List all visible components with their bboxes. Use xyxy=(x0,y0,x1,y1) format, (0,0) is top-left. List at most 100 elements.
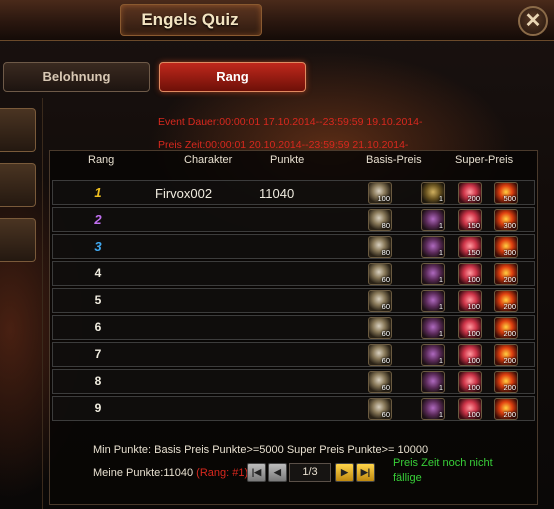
pouch-icon[interactable]: 1 xyxy=(421,398,445,420)
item-quantity: 1 xyxy=(438,410,443,419)
gem-icon[interactable]: 200 xyxy=(494,290,518,312)
helm-icon[interactable]: 1 xyxy=(421,182,445,204)
item-quantity: 1 xyxy=(438,302,443,311)
orb-icon[interactable]: 60 xyxy=(368,290,392,312)
item-quantity: 100 xyxy=(467,275,480,284)
flower-icon[interactable]: 150 xyxy=(458,209,482,231)
orb-icon[interactable]: 80 xyxy=(368,209,392,231)
flower-icon[interactable]: 100 xyxy=(458,398,482,420)
gem-icon[interactable]: 200 xyxy=(494,263,518,285)
item-quantity: 60 xyxy=(381,356,390,365)
pouch-icon[interactable]: 1 xyxy=(421,317,445,339)
gem-icon[interactable]: 300 xyxy=(494,236,518,258)
side-panel xyxy=(0,98,43,509)
tab-belohnung[interactable]: Belohnung xyxy=(3,62,150,92)
prev-page-button[interactable]: ◀ xyxy=(268,463,287,482)
gem-icon[interactable]: 200 xyxy=(494,398,518,420)
orb-icon[interactable]: 100 xyxy=(368,182,392,204)
preis-status: Preis Zeit noch nicht fällige xyxy=(393,457,493,484)
item-quantity: 60 xyxy=(381,302,390,311)
meine-rang: (Rang: #1) xyxy=(196,467,249,479)
points-value: 11040 xyxy=(259,186,295,201)
rank-number: 8 xyxy=(94,374,102,388)
rank-number: 2 xyxy=(94,212,102,227)
pouch-icon[interactable]: 1 xyxy=(421,236,445,258)
gem-icon[interactable]: 500 xyxy=(494,182,518,204)
rank-number: 5 xyxy=(94,293,102,307)
header-rang: Rang xyxy=(88,154,115,166)
orb-icon[interactable]: 60 xyxy=(368,317,392,339)
gem-icon[interactable]: 200 xyxy=(494,344,518,366)
item-quantity: 1 xyxy=(438,194,443,203)
first-page-button[interactable]: |◀ xyxy=(247,463,266,482)
item-quantity: 60 xyxy=(381,329,390,338)
rank-number: 3 xyxy=(94,239,102,254)
meine-punkte-text: Meine Punkte:11040 (Rang: #1) xyxy=(93,467,248,479)
item-quantity: 60 xyxy=(381,275,390,284)
title-bar xyxy=(0,0,554,41)
side-button-2[interactable] xyxy=(0,163,36,207)
item-quantity: 200 xyxy=(503,275,516,284)
table-row: 2 80 1 150 300 xyxy=(52,207,535,232)
item-quantity: 150 xyxy=(467,248,480,257)
gem-icon[interactable]: 200 xyxy=(494,317,518,339)
rank-number: 6 xyxy=(94,320,102,334)
table-row: 7 60 1 100 200 xyxy=(52,342,535,367)
flower-icon[interactable]: 200 xyxy=(458,182,482,204)
orb-icon[interactable]: 60 xyxy=(368,398,392,420)
page-indicator: 1/3 xyxy=(289,463,331,482)
orb-icon[interactable]: 60 xyxy=(368,344,392,366)
orb-icon[interactable]: 60 xyxy=(368,263,392,285)
item-quantity: 200 xyxy=(503,329,516,338)
header-super-preis: Super-Preis xyxy=(455,154,514,166)
min-punkte-text: Min Punkte: Basis Preis Punkte>=5000 Sup… xyxy=(93,444,429,456)
orb-icon[interactable]: 80 xyxy=(368,236,392,258)
flower-icon[interactable]: 100 xyxy=(458,371,482,393)
table-row: 8 60 1 100 200 xyxy=(52,369,535,394)
header-charakter: Charakter xyxy=(184,154,233,166)
table-row: 4 60 1 100 200 xyxy=(52,261,535,286)
last-page-button[interactable]: ▶| xyxy=(356,463,375,482)
flower-icon[interactable]: 100 xyxy=(458,290,482,312)
next-page-button[interactable]: ▶ xyxy=(335,463,354,482)
table-row: 1 Firvox002 11040 100 1 200 500 xyxy=(52,180,535,205)
tab-rang[interactable]: Rang xyxy=(159,62,306,92)
pouch-icon[interactable]: 1 xyxy=(421,290,445,312)
table-row: 5 60 1 100 200 xyxy=(52,288,535,313)
pouch-icon[interactable]: 1 xyxy=(421,344,445,366)
orb-icon[interactable]: 60 xyxy=(368,371,392,393)
close-button[interactable]: ✕ xyxy=(518,6,548,36)
header-basis-preis: Basis-Preis xyxy=(366,154,422,166)
table-row: 3 80 1 150 300 xyxy=(52,234,535,259)
side-button-3[interactable] xyxy=(0,218,36,262)
item-quantity: 100 xyxy=(467,329,480,338)
item-quantity: 200 xyxy=(503,302,516,311)
gem-icon[interactable]: 300 xyxy=(494,209,518,231)
window-title: Engels Quiz xyxy=(141,10,239,29)
event-dauer: Event Dauer:00:00:01 17.10.2014--23:59:5… xyxy=(158,116,423,128)
flower-icon[interactable]: 100 xyxy=(458,344,482,366)
pouch-icon[interactable]: 1 xyxy=(421,263,445,285)
rank-number: 1 xyxy=(94,185,102,200)
item-quantity: 80 xyxy=(381,221,390,230)
character-name: Firvox002 xyxy=(155,186,213,201)
item-quantity: 150 xyxy=(467,221,480,230)
item-quantity: 100 xyxy=(467,410,480,419)
table-row: 9 60 1 100 200 xyxy=(52,396,535,421)
item-quantity: 1 xyxy=(438,356,443,365)
table-row: 6 60 1 100 200 xyxy=(52,315,535,340)
item-quantity: 100 xyxy=(467,356,480,365)
side-button-1[interactable] xyxy=(0,108,36,152)
flower-icon[interactable]: 100 xyxy=(458,263,482,285)
rank-number: 7 xyxy=(94,347,102,361)
pouch-icon[interactable]: 1 xyxy=(421,209,445,231)
flower-icon[interactable]: 100 xyxy=(458,317,482,339)
item-quantity: 60 xyxy=(381,383,390,392)
item-quantity: 1 xyxy=(438,248,443,257)
item-quantity: 60 xyxy=(381,410,390,419)
pouch-icon[interactable]: 1 xyxy=(421,371,445,393)
rank-number: 4 xyxy=(94,266,102,280)
item-quantity: 1 xyxy=(438,221,443,230)
gem-icon[interactable]: 200 xyxy=(494,371,518,393)
flower-icon[interactable]: 150 xyxy=(458,236,482,258)
